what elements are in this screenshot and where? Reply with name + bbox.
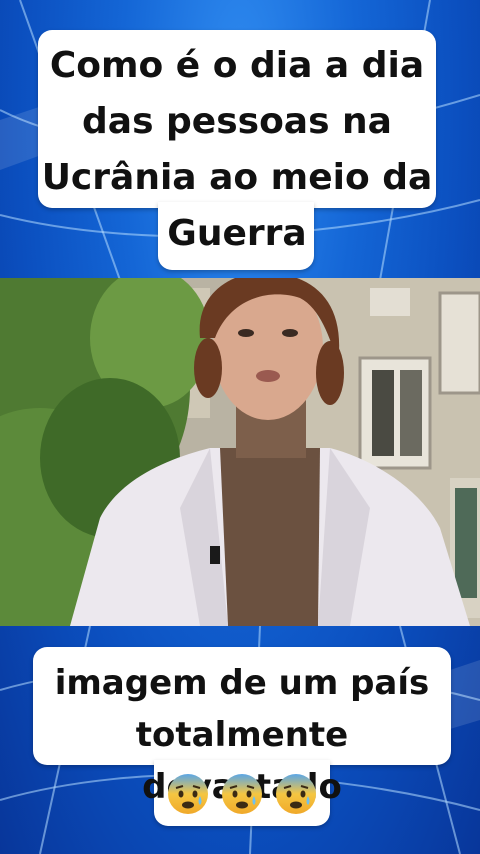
bottom-caption-line-1: imagem de um país xyxy=(54,663,430,703)
top-caption-line-2: das pessoas na xyxy=(82,101,392,142)
anxious-face-icon xyxy=(276,774,316,814)
top-caption-line-1: Como é o dia a dia xyxy=(49,45,425,86)
reporter-video-frame xyxy=(0,278,480,626)
top-caption-line-4: Guerra xyxy=(167,213,307,254)
top-caption-text: Como é o dia a dia das pessoas na Ucrâni… xyxy=(38,38,436,262)
anxious-face-icon xyxy=(222,774,262,814)
video-frame[interactable] xyxy=(0,278,480,626)
anxious-face-icon xyxy=(168,774,208,814)
emoji-row xyxy=(154,768,330,820)
top-caption-line-3: Ucrânia ao meio da xyxy=(41,157,433,198)
